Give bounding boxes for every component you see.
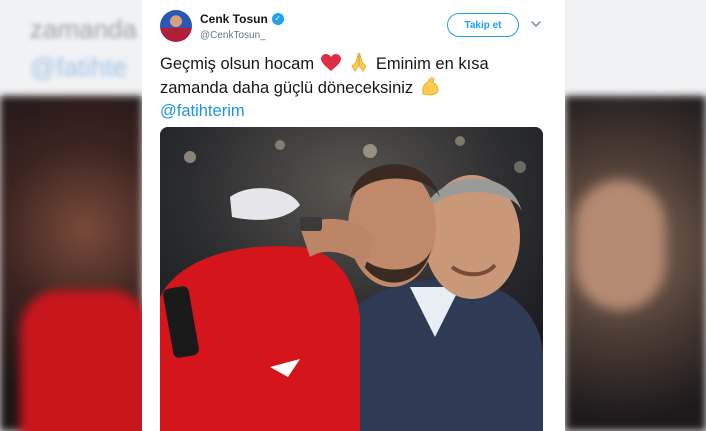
tweet-text-part-1: Geçmiş olsun hocam <box>160 55 315 73</box>
backdrop-text-2: @fatihte <box>30 52 128 82</box>
chevron-down-icon[interactable] <box>530 18 542 30</box>
red-heart-icon <box>320 54 341 71</box>
verified-badge-icon: ✓ <box>271 13 284 25</box>
backdrop-text-1: zamanda <box>30 14 137 44</box>
tweet-text: Geçmiş olsun hocam Eminim en kısa zamand… <box>160 52 550 123</box>
author-name[interactable]: Cenk Tosun <box>200 12 268 26</box>
photo-illustration <box>160 127 543 431</box>
author-name-row: Cenk Tosun ✓ <box>200 12 284 26</box>
backdrop-left-jersey <box>20 290 150 431</box>
tweet-card: Cenk Tosun ✓ @CenkTosun_ Takip et Geçmiş… <box>142 0 565 431</box>
backdrop-right-face <box>575 180 665 310</box>
author-avatar[interactable] <box>160 10 192 42</box>
author-handle[interactable]: @CenkTosun_ <box>200 30 266 41</box>
flexed-biceps-icon <box>422 77 439 96</box>
tweet-text-part-2: Eminim en kısa <box>375 55 489 73</box>
follow-button[interactable]: Takip et <box>447 13 519 37</box>
mention-link[interactable]: @fatihterim <box>160 102 245 120</box>
folded-hands-icon <box>351 52 367 72</box>
tweet-text-part-3: zamanda daha güçlü döneceksiniz <box>160 79 414 97</box>
tweet-photo[interactable] <box>160 127 543 431</box>
